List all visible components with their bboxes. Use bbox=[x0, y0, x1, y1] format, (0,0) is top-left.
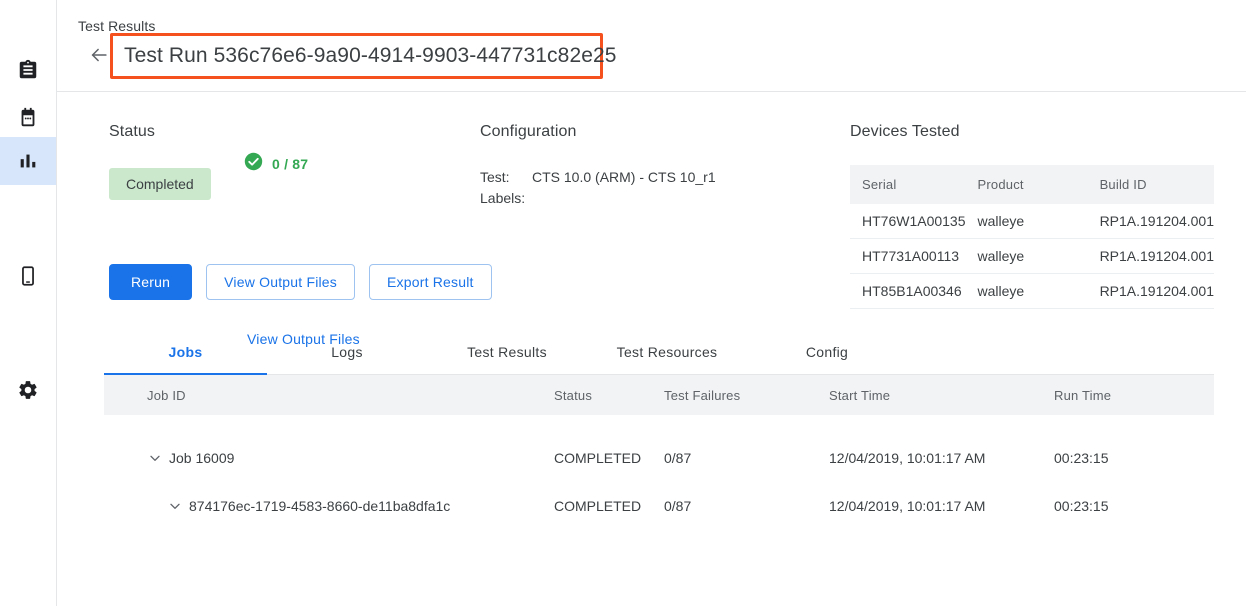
pass-ratio-text: 0 / 87 bbox=[272, 156, 308, 172]
jobs-col-start-time: Start Time bbox=[829, 388, 1054, 403]
export-result-button[interactable]: Export Result bbox=[369, 264, 492, 300]
view-output-files-button[interactable]: View Output Files bbox=[206, 264, 355, 300]
job-run-time: 00:23:15 bbox=[1054, 450, 1174, 466]
device-product: walleye bbox=[966, 274, 1088, 309]
calendar-icon bbox=[17, 107, 39, 129]
jobs-col-run-time: Run Time bbox=[1054, 388, 1174, 403]
jobs-col-status: Status bbox=[554, 388, 664, 403]
status-section: Status Completed bbox=[109, 123, 211, 200]
device-product: walleye bbox=[966, 239, 1088, 274]
job-test-failures: 0/87 bbox=[664, 498, 829, 514]
breadcrumb[interactable]: Test Results bbox=[78, 18, 155, 34]
devices-col-product: Product bbox=[966, 165, 1088, 204]
table-row[interactable]: Job 16009 COMPLETED 0/87 12/04/2019, 10:… bbox=[104, 434, 1214, 482]
job-id-cell: 874176ec-1719-4583-8660-de11ba8dfa1c bbox=[104, 498, 554, 514]
gear-icon bbox=[17, 379, 39, 401]
table-row: HT76W1A00135 walleye RP1A.191204.001 bbox=[850, 204, 1214, 239]
content-area: Test Results Test Run 536c76e6-9a90-4914… bbox=[57, 0, 1246, 606]
chevron-down-icon[interactable] bbox=[147, 450, 169, 466]
job-id-text: 874176ec-1719-4583-8660-de11ba8dfa1c bbox=[189, 498, 450, 514]
jobs-table-header-row: Job ID Status Test Failures Start Time R… bbox=[104, 375, 1214, 415]
job-status: COMPLETED bbox=[554, 498, 664, 514]
table-row[interactable]: 874176ec-1719-4583-8660-de11ba8dfa1c COM… bbox=[104, 482, 1214, 530]
chevron-down-icon[interactable] bbox=[167, 498, 189, 514]
page-title-highlight: Test Run 536c76e6-9a90-4914-9903-447731c… bbox=[110, 33, 603, 79]
devices-table-header-row: Serial Product Build ID bbox=[850, 165, 1214, 204]
config-key: Test: bbox=[480, 167, 532, 188]
sidebar-item-test-results[interactable] bbox=[0, 137, 56, 185]
config-value: CTS 10.0 (ARM) - CTS 10_r1 bbox=[532, 167, 716, 188]
config-key: Labels: bbox=[480, 188, 532, 209]
table-row: HT85B1A00346 walleye RP1A.191204.001 bbox=[850, 274, 1214, 309]
arrow-left-icon bbox=[88, 44, 110, 71]
jobs-table: Job ID Status Test Failures Start Time R… bbox=[104, 375, 1214, 530]
job-start-time: 12/04/2019, 10:01:17 AM bbox=[829, 498, 1054, 514]
tab-test-results[interactable]: Test Results bbox=[427, 329, 587, 375]
config-row: Labels: bbox=[480, 188, 716, 209]
sidebar-item-settings[interactable] bbox=[0, 366, 56, 414]
sidebar bbox=[0, 0, 57, 606]
table-row: HT7731A00113 walleye RP1A.191204.001 bbox=[850, 239, 1214, 274]
phone-icon bbox=[17, 265, 39, 287]
sidebar-item-test-suites[interactable] bbox=[0, 46, 56, 94]
jobs-col-test-failures: Test Failures bbox=[664, 388, 829, 403]
devices-tested-heading: Devices Tested bbox=[850, 123, 1214, 141]
device-serial: HT76W1A00135 bbox=[850, 204, 966, 239]
check-circle-icon bbox=[244, 152, 263, 176]
job-start-time: 12/04/2019, 10:01:17 AM bbox=[829, 450, 1054, 466]
job-id-cell: Job 16009 bbox=[104, 450, 554, 466]
status-heading: Status bbox=[109, 123, 211, 141]
view-output-files-link[interactable]: View Output Files bbox=[104, 331, 360, 347]
action-buttons: Rerun View Output Files Export Result bbox=[109, 264, 492, 300]
devices-col-build-id: Build ID bbox=[1088, 165, 1214, 204]
app-root: Test Results Test Run 536c76e6-9a90-4914… bbox=[0, 0, 1246, 606]
bar-chart-icon bbox=[17, 150, 39, 172]
job-test-failures: 0/87 bbox=[664, 450, 829, 466]
page-header: Test Results Test Run 536c76e6-9a90-4914… bbox=[57, 0, 1246, 92]
devices-col-serial: Serial bbox=[850, 165, 966, 204]
page-title: Test Run 536c76e6-9a90-4914-9903-447731c… bbox=[113, 44, 617, 68]
config-row: Test: CTS 10.0 (ARM) - CTS 10_r1 bbox=[480, 167, 716, 188]
devices-tested-section: Devices Tested Serial Product Build ID H… bbox=[850, 123, 1214, 309]
device-serial: HT85B1A00346 bbox=[850, 274, 966, 309]
back-button[interactable] bbox=[86, 44, 112, 70]
devices-table: Serial Product Build ID HT76W1A00135 wal… bbox=[850, 165, 1214, 309]
configuration-heading: Configuration bbox=[480, 123, 716, 141]
job-run-time: 00:23:15 bbox=[1054, 498, 1174, 514]
sidebar-item-schedules[interactable] bbox=[0, 94, 56, 142]
status-badge: Completed bbox=[109, 168, 211, 200]
pass-ratio: 0 / 87 bbox=[244, 152, 308, 176]
device-serial: HT7731A00113 bbox=[850, 239, 966, 274]
device-product: walleye bbox=[966, 204, 1088, 239]
tab-test-resources[interactable]: Test Resources bbox=[587, 329, 747, 375]
tab-config[interactable]: Config bbox=[747, 329, 907, 375]
configuration-section: Configuration Test: CTS 10.0 (ARM) - CTS… bbox=[480, 123, 716, 209]
job-status: COMPLETED bbox=[554, 450, 664, 466]
jobs-col-job-id: Job ID bbox=[104, 388, 554, 403]
page-body: Status Completed 0 / 87 Rerun View Outpu… bbox=[57, 92, 1246, 606]
device-build-id: RP1A.191204.001 bbox=[1088, 204, 1214, 239]
sidebar-item-devices[interactable] bbox=[0, 252, 56, 300]
device-build-id: RP1A.191204.001 bbox=[1088, 239, 1214, 274]
device-build-id: RP1A.191204.001 bbox=[1088, 274, 1214, 309]
rerun-button[interactable]: Rerun bbox=[109, 264, 192, 300]
configuration-rows: Test: CTS 10.0 (ARM) - CTS 10_r1 Labels: bbox=[480, 167, 716, 209]
clipboard-icon bbox=[17, 59, 39, 81]
job-id-text: Job 16009 bbox=[169, 450, 234, 466]
